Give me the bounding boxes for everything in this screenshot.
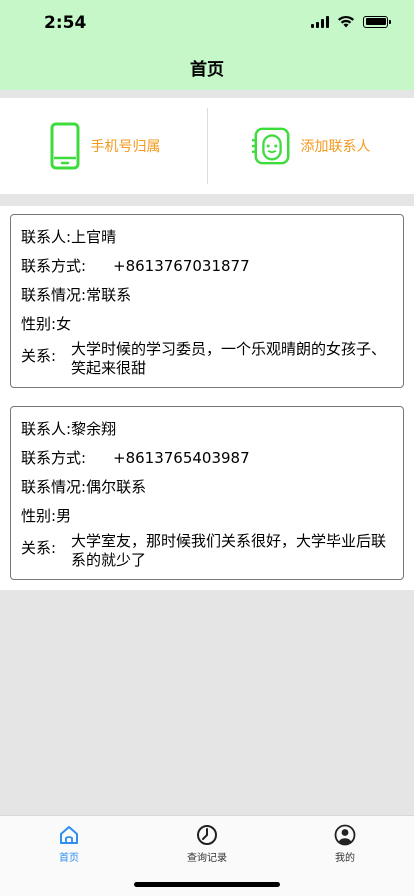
contact-relation-row: 关系: 大学时候的学习委员，一个乐观晴朗的女孩子、笑起来很甜 [21, 340, 393, 378]
home-icon [60, 826, 78, 844]
clock-icon [197, 825, 217, 845]
tool-row: 手机号归属 添加联系人 [0, 98, 414, 194]
contact-status: 偶尔联系 [86, 478, 147, 496]
contact-phone: +8613765403987 [113, 449, 250, 467]
status-icons [311, 15, 391, 28]
contact-status-label: 联系情况: [21, 286, 87, 304]
contact-phone-label: 联系方式: [21, 257, 87, 275]
contact-phone-row: 联系方式: +8613767031877 [21, 252, 393, 281]
status-bar: 2:54 [0, 0, 414, 44]
contact-gender-label: 性别: [21, 315, 57, 333]
tab-profile[interactable]: 我的 [276, 816, 414, 896]
contact-status-row: 联系情况:常联系 [21, 281, 393, 310]
contact-status: 常联系 [86, 286, 132, 304]
tab-home-label: 首页 [59, 853, 79, 864]
contact-relation: 大学时候的学习委员，一个乐观晴朗的女孩子、笑起来很甜 [71, 340, 387, 377]
contact-gender-row: 性别:男 [21, 502, 393, 531]
phone-device-icon [50, 122, 79, 170]
contact-status-label: 联系情况: [21, 478, 87, 496]
contact-relation-label: 关系: [21, 539, 57, 557]
contact-name-row: 联系人:上官晴 [21, 223, 393, 252]
tab-home[interactable]: 首页 [0, 816, 138, 896]
tab-profile-label: 我的 [335, 853, 355, 864]
contact-relation: 大学室友，那时候我们关系很好，大学毕业后联系的就少了 [71, 532, 387, 569]
add-contact-button[interactable]: 添加联系人 [207, 98, 414, 194]
contact-phone-row: 联系方式: +8613765403987 [21, 444, 393, 473]
contact-card[interactable]: 联系人:上官晴 联系方式: +8613767031877 联系情况:常联系 性别:… [10, 214, 404, 388]
contact-card[interactable]: 联系人:黎余翔 联系方式: +8613765403987 联系情况:偶尔联系 性别… [10, 406, 404, 580]
contact-relation-row: 关系: 大学室友，那时候我们关系很好，大学毕业后联系的就少了 [21, 532, 393, 570]
contact-name-row: 联系人:黎余翔 [21, 415, 393, 444]
tool-divider [207, 108, 208, 184]
contact-name: 黎余翔 [71, 420, 117, 438]
contact-list: 联系人:上官晴 联系方式: +8613767031877 联系情况:常联系 性别:… [0, 206, 414, 590]
contact-phone-label: 联系方式: [21, 449, 87, 467]
home-indicator [134, 882, 280, 887]
nav-bar: 首页 [0, 44, 414, 90]
contact-gender-row: 性别:女 [21, 310, 393, 339]
contact-name-label: 联系人: [21, 420, 72, 438]
phone-lookup-button[interactable]: 手机号归属 [0, 98, 207, 194]
wifi-icon [338, 15, 354, 28]
battery-icon [363, 15, 391, 28]
contact-phone: +8613767031877 [113, 257, 250, 275]
page-title: 首页 [190, 59, 224, 80]
tab-history-label: 查询记录 [187, 853, 227, 864]
contact-gender: 男 [56, 507, 72, 525]
user-icon [334, 824, 356, 846]
contact-name-label: 联系人: [21, 228, 72, 246]
contact-name: 上官晴 [71, 228, 117, 246]
contact-relation-label: 关系: [21, 347, 57, 365]
phone-lookup-label: 手机号归属 [90, 139, 161, 155]
contact-gender-label: 性别: [21, 507, 57, 525]
add-contact-face-icon [251, 127, 289, 165]
signal-icon [311, 15, 329, 28]
contact-status-row: 联系情况:偶尔联系 [21, 473, 393, 502]
add-contact-label: 添加联系人 [300, 139, 371, 155]
status-time: 2:54 [44, 13, 87, 33]
contact-gender: 女 [56, 315, 72, 333]
